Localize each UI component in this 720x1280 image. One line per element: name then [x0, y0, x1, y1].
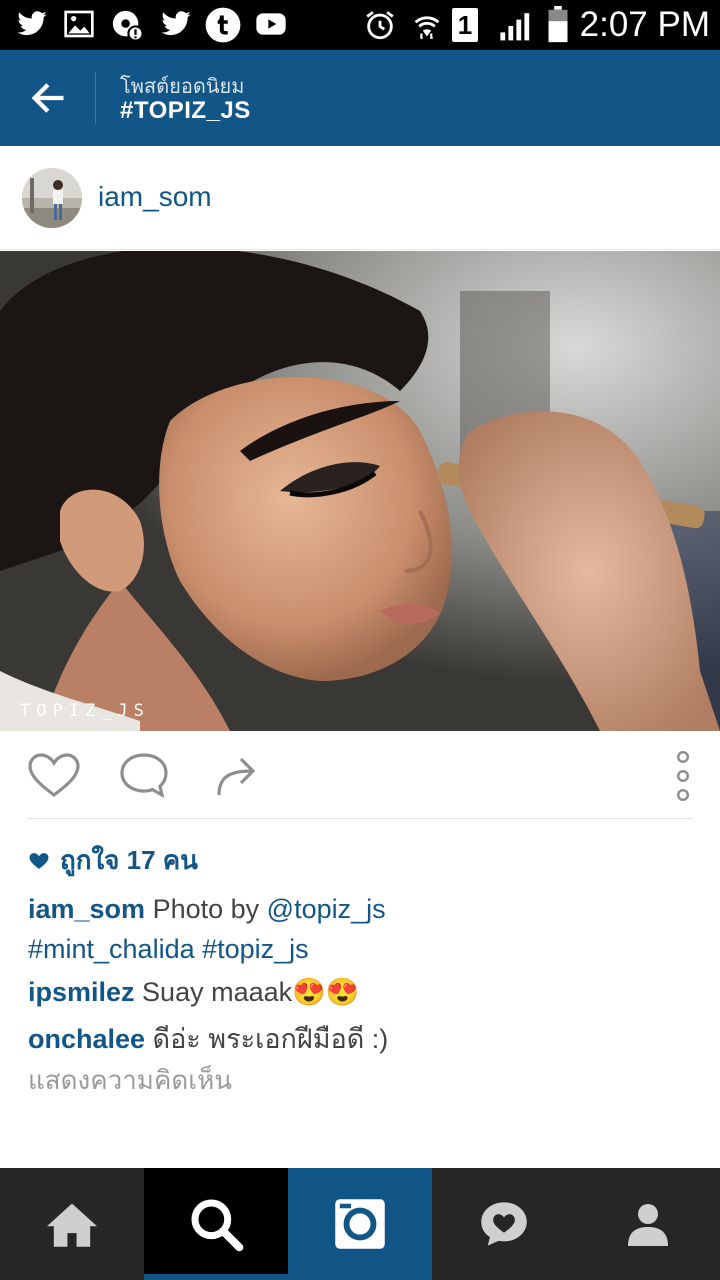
- comment-text: ดีอ่ะ พระเอกฝีมือดี :): [145, 1024, 389, 1054]
- status-bar: 1 2:07 PM: [0, 0, 720, 50]
- like-heart-icon[interactable]: [26, 751, 82, 799]
- avatar[interactable]: [22, 168, 82, 228]
- bottom-nav: [0, 1168, 720, 1280]
- back-arrow-icon: [31, 83, 64, 113]
- battery-icon: [548, 6, 568, 43]
- profile-icon: [628, 1204, 668, 1246]
- nav-activity[interactable]: [432, 1168, 576, 1280]
- likes-text: ถูกใจ 17 คน: [60, 845, 198, 875]
- likes-count[interactable]: ถูกใจ 17 คน: [28, 840, 198, 881]
- actions-divider: [28, 818, 692, 819]
- nav-home[interactable]: [0, 1168, 144, 1280]
- app-bar-divider: [95, 72, 96, 124]
- comment-username[interactable]: onchalee: [28, 1024, 145, 1054]
- caption-text: Photo by: [145, 894, 267, 924]
- app-bar: โพสต์ยอดนิยม #TOPIZ_JS: [0, 50, 720, 146]
- image-icon: [64, 10, 94, 38]
- search-icon: [191, 1199, 244, 1252]
- more-options-icon[interactable]: [672, 751, 694, 801]
- photo-watermark: TOPIZ_JS: [20, 701, 150, 721]
- post-username[interactable]: iam_som: [98, 181, 212, 213]
- alarm-icon: [366, 11, 394, 40]
- likes-heart-icon: [28, 851, 50, 871]
- sim-label: 1: [457, 9, 473, 40]
- comment-text: Suay maaak😍😍: [134, 977, 360, 1007]
- view-comments-link[interactable]: แสดงความคิดเห็น: [28, 1060, 232, 1101]
- nav-profile[interactable]: [576, 1168, 720, 1280]
- caption-username[interactable]: iam_som: [28, 894, 145, 924]
- comment-item: ipsmilez Suay maaak😍😍: [28, 976, 359, 1008]
- share-icon[interactable]: [212, 751, 262, 799]
- caption-mention[interactable]: @topiz_js: [267, 894, 386, 924]
- caption-hashtags[interactable]: #mint_chalida #topiz_js: [28, 934, 309, 965]
- twitter-icon: [17, 11, 47, 36]
- twitter-icon: [161, 11, 191, 36]
- signal-icon: [500, 13, 530, 41]
- comment-item: onchalee ดีอ่ะ พระเอกฝีมือดี :): [28, 1017, 388, 1060]
- post-actions: [0, 731, 720, 819]
- nav-camera[interactable]: [288, 1168, 432, 1280]
- nav-search[interactable]: [144, 1168, 288, 1280]
- clock-time: 2:07 PM: [579, 5, 710, 44]
- sim-icon: 1: [452, 8, 478, 42]
- home-icon: [47, 1203, 97, 1247]
- tumblr-icon: [205, 7, 241, 43]
- youtube-icon: [256, 13, 286, 35]
- comment-username[interactable]: ipsmilez: [28, 977, 135, 1007]
- alert-settings-icon: [112, 10, 144, 42]
- post-photo[interactable]: TOPIZ_JS: [0, 251, 720, 731]
- camera-icon: [335, 1199, 385, 1249]
- activity-icon: [481, 1202, 527, 1246]
- comment-icon[interactable]: [118, 751, 170, 799]
- back-button[interactable]: [18, 72, 78, 124]
- page-title: #TOPIZ_JS: [120, 97, 251, 124]
- post-header: iam_som: [0, 146, 720, 250]
- caption-line: iam_som Photo by @topiz_js: [28, 894, 386, 925]
- wifi-icon: [414, 16, 440, 39]
